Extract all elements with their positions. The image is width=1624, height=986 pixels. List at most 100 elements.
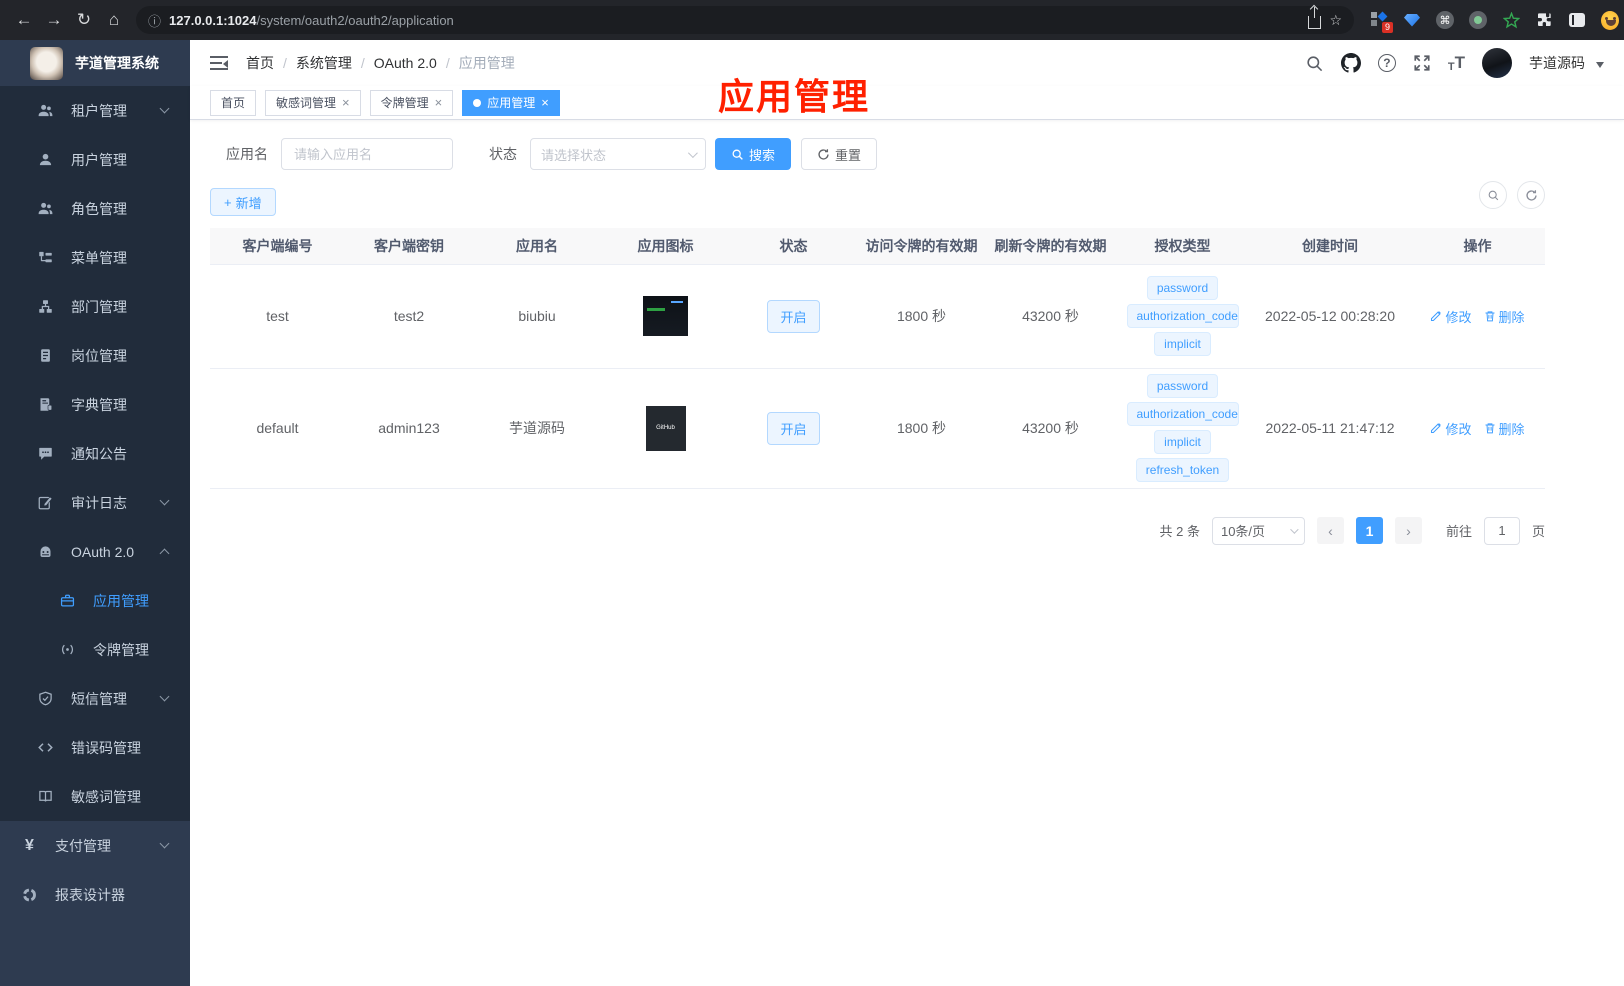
delete-link[interactable]: 删除 [1484,419,1525,438]
sidebar-item-sensitive-word[interactable]: 敏感词管理 [0,772,190,821]
table-row: default admin123 芋道源码 GitHub 开启 1800 秒 4… [210,368,1545,489]
github-icon[interactable] [1340,53,1361,73]
extension-command-icon[interactable]: ⌘ [1436,11,1454,29]
sidebar-item-oauth2-token[interactable]: 令牌管理 [0,625,190,674]
status-badge[interactable]: 开启 [767,411,820,445]
search-button-label: 搜索 [749,147,776,163]
sidebar-item-oauth2-application[interactable]: 应用管理 [0,576,190,625]
address-bar[interactable]: ⓘ 127.0.0.1:1024/system/oauth2/oauth2/ap… [136,6,1354,34]
col-refresh-ttl: 刷新令牌的有效期 [986,228,1115,264]
grant-tag: password [1146,276,1219,300]
home-icon[interactable]: ⌂ [100,6,128,34]
breadcrumb-item[interactable]: 首页 [246,53,274,73]
status-badge[interactable]: 开启 [767,299,820,333]
forward-icon[interactable]: → [40,6,68,34]
user-icon [38,152,53,167]
search-button[interactable]: 搜索 [715,138,792,170]
tab-home[interactable]: 首页 [210,89,257,116]
tab-label: 敏感词管理 [276,96,337,110]
tab-application[interactable]: 应用管理 × [462,89,560,116]
sidebar-item-dept[interactable]: 部门管理 [0,282,190,331]
app-logo-bar[interactable]: 芋道管理系统 [0,40,190,86]
sidebar-item-tenant[interactable]: 租户管理 [0,86,190,135]
extension-gem-icon[interactable] [1403,11,1421,29]
extension-blocks-icon[interactable]: 9 [1370,11,1393,33]
col-client-id: 客户端编号 [210,228,345,264]
current-page-button[interactable]: 1 [1355,517,1383,544]
sidebar-item-dict[interactable]: 字典管理 [0,380,190,429]
sidebar-item-label: 岗位管理 [71,347,127,364]
tab-label: 令牌管理 [380,96,429,110]
site-info-icon[interactable]: ⓘ [148,11,161,30]
collapse-sidebar-icon[interactable] [210,56,228,70]
delete-link[interactable]: 删除 [1484,307,1525,326]
side-panel-icon[interactable] [1568,11,1586,29]
user-menu-caret-icon[interactable] [1596,61,1604,68]
sidebar-item-payment[interactable]: ¥ 支付管理 [0,821,190,870]
extensions-puzzle-icon[interactable] [1535,11,1553,29]
sidebar-item-menu[interactable]: 菜单管理 [0,233,190,282]
app-name-input[interactable] [281,138,453,170]
tab-token[interactable]: 令牌管理 × [369,89,454,116]
app-name-label: 应用名 [226,146,268,162]
sidebar-item-label: 字典管理 [71,396,127,413]
profile-avatar-icon[interactable] [1601,10,1619,30]
extension-record-icon[interactable] [1469,11,1487,29]
cell-client-id: default [210,368,345,489]
top-navbar: 首页 / 系统管理 / OAuth 2.0 / 应用管理 ? TT 芋道源码 [190,40,1624,86]
col-created: 创建时间 [1250,228,1410,264]
back-icon[interactable]: ← [10,6,38,34]
goto-page-input[interactable] [1483,516,1520,545]
edit-link[interactable]: 修改 [1430,307,1472,326]
robot-icon [38,544,53,559]
grant-tag: implicit [1154,430,1211,454]
sidebar-item-role[interactable]: 角色管理 [0,184,190,233]
page-size-select[interactable]: 10条/页 [1211,516,1305,545]
bookmark-star-icon[interactable]: ☆ [1329,12,1342,29]
sidebar-item-sms[interactable]: 短信管理 [0,674,190,723]
cell-created: 2022-05-12 00:28:20 [1250,264,1410,369]
sidebar-item-audit-log[interactable]: 审计日志 [0,478,190,527]
col-secret: 客户端密钥 [345,228,473,264]
col-grant-types: 授权类型 [1115,228,1250,264]
font-size-icon[interactable]: TT [1448,53,1465,73]
sidebar-item-post[interactable]: 岗位管理 [0,331,190,380]
sidebar-menu-group: 租户管理 用户管理 角色管理 菜单管理 部门管理 岗位管理 字典管理 通知公告 … [0,86,190,821]
tab-sensitive-word[interactable]: 敏感词管理 × [265,89,361,116]
sidebar-item-label: 令牌管理 [93,641,149,658]
prev-page-button[interactable]: ‹ [1316,517,1344,544]
sidebar-item-notice[interactable]: 通知公告 [0,429,190,478]
sidebar-item-error-code[interactable]: 错误码管理 [0,723,190,772]
chevron-down-icon [159,838,170,849]
add-button[interactable]: + 新增 [210,188,276,216]
fullscreen-icon[interactable] [1413,54,1431,72]
refresh-table-icon[interactable] [1517,181,1545,209]
reset-button[interactable]: 重置 [801,138,878,170]
trash-icon [1485,423,1494,434]
status-select[interactable]: 请选择状态 [530,138,706,170]
close-icon[interactable]: × [435,95,443,110]
sidebar-item-user[interactable]: 用户管理 [0,135,190,184]
extension-star-icon[interactable] [1502,11,1520,29]
search-icon[interactable] [1305,54,1324,73]
page-size-value: 10条/页 [1220,524,1266,539]
close-icon[interactable]: × [342,95,350,110]
org-tree-icon [38,299,53,314]
sidebar-item-label: 租户管理 [71,102,127,119]
sidebar-item-oauth2[interactable]: OAuth 2.0 [0,527,190,576]
status-label: 状态 [489,146,517,162]
close-icon[interactable]: × [541,95,549,110]
reload-icon[interactable]: ↻ [70,6,98,34]
edit-icon [1431,311,1442,322]
sidebar-item-report-designer[interactable]: 报表设计器 [0,870,190,919]
breadcrumb-item[interactable]: OAuth 2.0 [374,55,437,71]
username[interactable]: 芋道源码 [1529,53,1585,73]
user-avatar[interactable] [1482,48,1512,78]
toggle-search-icon[interactable] [1479,181,1507,209]
help-icon[interactable]: ? [1377,54,1396,72]
chevron-down-icon [159,495,170,506]
breadcrumb-item[interactable]: 系统管理 [296,53,352,73]
next-page-button[interactable]: › [1394,517,1422,544]
edit-link[interactable]: 修改 [1430,419,1472,438]
share-icon[interactable] [1308,6,1322,29]
